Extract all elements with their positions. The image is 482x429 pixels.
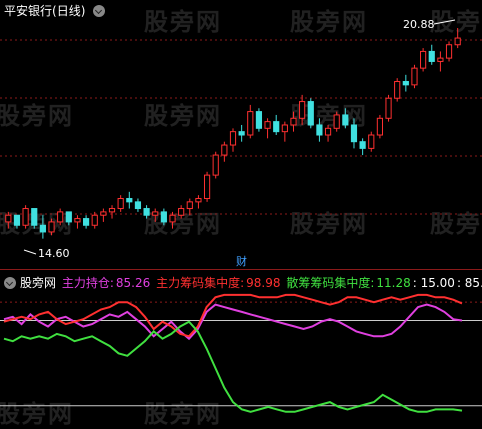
indicator-legend: 股旁网 主力持仓: 85.26 主力筹码集中度: 98.98 散筹筹码集中度: 11.… — [4, 274, 482, 291]
legend-retail-concentration-value: 11.28 — [376, 276, 411, 290]
candle-body — [229, 131, 237, 146]
candle-body — [299, 101, 306, 119]
candle-body — [316, 124, 323, 136]
high-marker-line — [433, 19, 456, 25]
candle-body — [100, 211, 107, 216]
candle-body — [65, 211, 72, 223]
candle-body — [238, 131, 245, 136]
candlestick-chart[interactable]: 20.88 14.60 财 — [0, 0, 482, 268]
candle-body — [368, 134, 375, 149]
candle-body — [203, 174, 211, 200]
panel-divider — [0, 269, 482, 270]
candle-body — [108, 208, 116, 213]
candle-body — [402, 81, 409, 86]
candle-body — [160, 211, 167, 223]
candle-body — [255, 111, 263, 129]
legend-ref-15: : 15.00 — [412, 276, 455, 290]
candle-body — [342, 114, 349, 126]
legend-main-concentration-value: 98.98 — [246, 276, 281, 290]
candle-body — [126, 198, 133, 203]
candle-body — [420, 50, 427, 69]
candle-body — [394, 81, 401, 99]
low-price-label: 14.60 — [38, 247, 70, 260]
candle-body — [359, 141, 366, 149]
cai-badge[interactable]: 财 — [236, 254, 247, 268]
candle-body — [437, 57, 444, 62]
candle-body — [169, 214, 176, 223]
indicator-name[interactable]: 股旁网 — [20, 276, 56, 290]
legend-main-position-value: 85.26 — [115, 276, 151, 290]
candle-body — [385, 97, 392, 119]
candle-body — [221, 144, 228, 156]
candle-body — [333, 114, 340, 129]
legend-ref-85: : 85.00 — [456, 276, 482, 290]
candle-body — [22, 208, 29, 226]
candle-body — [57, 211, 64, 223]
candle-body — [5, 214, 12, 223]
candle-body — [445, 44, 453, 59]
candle-body — [212, 154, 219, 176]
candle-body — [186, 201, 193, 210]
candle-body — [281, 124, 288, 133]
low-marker-line — [23, 249, 37, 255]
candle-body — [91, 214, 98, 226]
chevron-down-icon[interactable] — [4, 277, 16, 289]
indicator-chart[interactable] — [0, 290, 482, 424]
candle-body — [117, 198, 124, 210]
candle-body — [74, 218, 81, 223]
candle-body — [454, 37, 461, 46]
candle-body — [428, 50, 435, 62]
candle-body — [195, 198, 202, 203]
candle-body — [411, 67, 418, 86]
candle-body — [273, 121, 280, 133]
legend-retail-concentration-label: 散筹筹码集中度: — [286, 276, 375, 290]
candle-body — [143, 208, 150, 216]
candle-body — [324, 127, 332, 136]
candle-body — [247, 111, 254, 136]
candle-body — [290, 117, 297, 126]
candle-body — [264, 121, 271, 129]
legend-main-concentration-label: 主力筹码集中度: — [156, 276, 245, 290]
candle-body — [350, 124, 358, 143]
candle-body — [48, 221, 55, 233]
candle-body — [152, 211, 159, 216]
candle-body — [39, 224, 46, 233]
candle-body — [31, 208, 38, 226]
series-line-retail-concentration — [3, 320, 463, 413]
candle-body — [307, 101, 314, 126]
candle-body — [83, 218, 90, 226]
candle-body — [134, 201, 142, 210]
series-line-main-concentration — [3, 293, 463, 338]
candle-body — [178, 208, 185, 216]
candle-body — [13, 214, 21, 226]
candle-body — [376, 117, 383, 136]
high-price-label: 20.88 — [403, 18, 435, 31]
legend-main-position-label: 主力持仓: — [61, 276, 114, 290]
